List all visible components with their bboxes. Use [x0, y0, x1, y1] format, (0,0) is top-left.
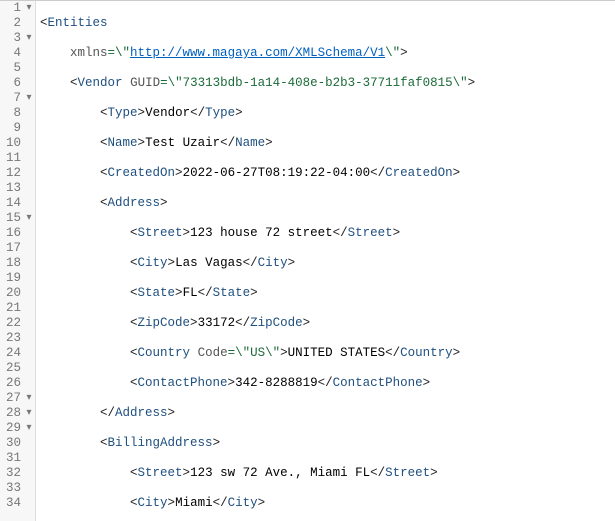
line-number: 28: [6, 406, 23, 421]
fold-toggle[interactable]: ▾: [23, 424, 35, 434]
line-number: 12: [6, 166, 23, 181]
fold-toggle[interactable]: ▾: [23, 34, 35, 44]
line-number: 34: [6, 496, 23, 511]
line-number: 4: [13, 46, 23, 61]
line-number: 23: [6, 331, 23, 346]
fold-toggle[interactable]: ▾: [23, 214, 35, 224]
line-number: 13: [6, 181, 23, 196]
line-number: 7: [13, 91, 23, 106]
line-number: 11: [6, 151, 23, 166]
fold-toggle[interactable]: ▾: [23, 409, 35, 419]
fold-toggle[interactable]: ▾: [23, 394, 35, 404]
line-number: 16: [6, 226, 23, 241]
line-number: 21: [6, 301, 23, 316]
line-number: 26: [6, 376, 23, 391]
line-number: 31: [6, 451, 23, 466]
line-number-gutter: 1▾ 2 3▾ 4 5 6 7▾ 8 9 10 11 12 13 14 15▾ …: [0, 1, 36, 521]
line-number: 27: [6, 391, 23, 406]
line-number: 33: [6, 481, 23, 496]
line-number: 6: [13, 76, 23, 91]
fold-toggle[interactable]: ▾: [23, 94, 35, 104]
line-number: 1: [13, 1, 23, 16]
line-number: 30: [6, 436, 23, 451]
line-number: 5: [13, 61, 23, 76]
line-number: 32: [6, 466, 23, 481]
line-number: 29: [6, 421, 23, 436]
code-editor: 1▾ 2 3▾ 4 5 6 7▾ 8 9 10 11 12 13 14 15▾ …: [0, 0, 615, 521]
line-number: 9: [13, 121, 23, 136]
code-content[interactable]: <Entities xmlns=\"http://www.magaya.com/…: [36, 1, 528, 521]
line-number: 17: [6, 241, 23, 256]
line-number: 2: [13, 16, 23, 31]
line-number: 3: [13, 31, 23, 46]
line-number: 22: [6, 316, 23, 331]
line-number: 24: [6, 346, 23, 361]
line-number: 14: [6, 196, 23, 211]
line-number: 10: [6, 136, 23, 151]
line-number: 19: [6, 271, 23, 286]
line-number: 18: [6, 256, 23, 271]
fold-toggle[interactable]: ▾: [23, 4, 35, 14]
line-number: 15: [6, 211, 23, 226]
line-number: 25: [6, 361, 23, 376]
line-number: 20: [6, 286, 23, 301]
line-number: 8: [13, 106, 23, 121]
